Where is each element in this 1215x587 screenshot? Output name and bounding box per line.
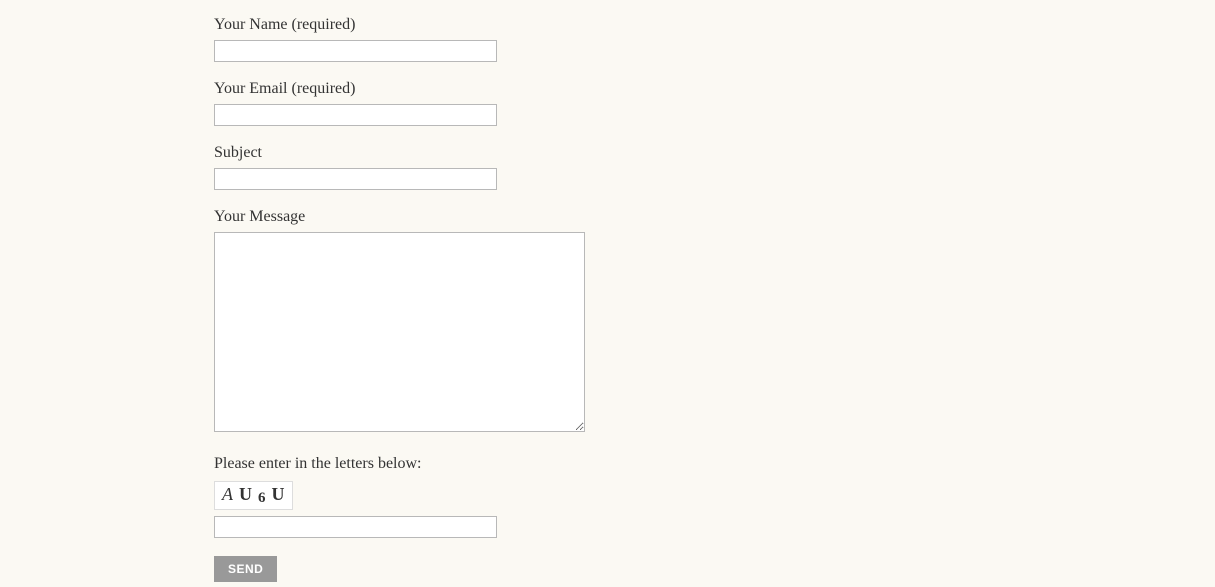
- name-group: Your Name (required): [214, 16, 914, 62]
- email-group: Your Email (required): [214, 80, 914, 126]
- captcha-image: A U 6 U: [214, 481, 293, 510]
- message-group: Your Message: [214, 208, 914, 437]
- captcha-char-0: A: [222, 484, 233, 505]
- send-button[interactable]: SEND: [214, 556, 277, 582]
- name-label: Your Name (required): [214, 16, 914, 34]
- message-label: Your Message: [214, 208, 914, 226]
- email-label: Your Email (required): [214, 80, 914, 98]
- captcha-group: Please enter in the letters below: A U 6…: [214, 455, 914, 538]
- captcha-char-1: U: [239, 484, 252, 505]
- captcha-label: Please enter in the letters below:: [214, 455, 914, 473]
- email-input[interactable]: [214, 104, 497, 126]
- subject-group: Subject: [214, 144, 914, 190]
- contact-form: Your Name (required) Your Email (require…: [214, 16, 914, 582]
- captcha-char-3: U: [272, 484, 285, 505]
- captcha-input[interactable]: [214, 516, 497, 538]
- subject-label: Subject: [214, 144, 914, 162]
- subject-input[interactable]: [214, 168, 497, 190]
- captcha-char-2: 6: [258, 490, 266, 507]
- message-textarea[interactable]: [214, 232, 585, 432]
- name-input[interactable]: [214, 40, 497, 62]
